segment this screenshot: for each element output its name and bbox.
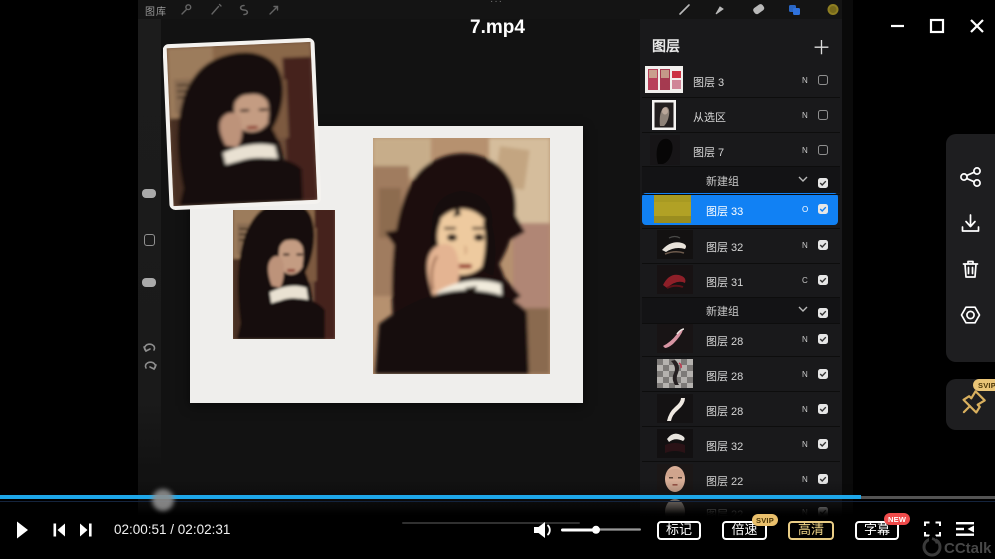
svg-text:CCtalk: CCtalk bbox=[944, 540, 992, 557]
